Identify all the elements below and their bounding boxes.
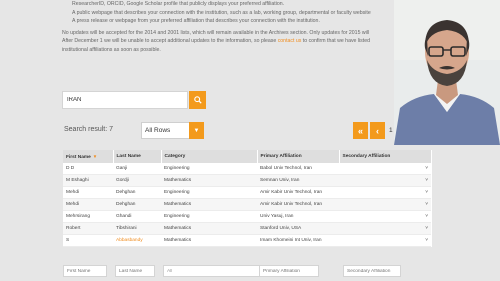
cell-first-name: Robert: [63, 222, 113, 235]
table-row[interactable]: Mehdi Dehghan Engineering Amir Kabir Uni…: [63, 186, 431, 199]
cell-primary-affiliation: Amir Kabir Univ Technol, Iran: [257, 186, 339, 199]
table-row[interactable]: Mehdi Dehghan Mathematics Amir Kabir Uni…: [63, 198, 431, 211]
first-page-button[interactable]: «: [353, 122, 368, 139]
cell-category: Mathematics: [161, 198, 257, 211]
cell-secondary-affiliation: ˅: [339, 198, 431, 211]
presenter-video: [394, 0, 500, 145]
cell-category: Mathematics: [161, 234, 257, 247]
sort-desc-icon: ▼: [92, 153, 98, 159]
chevron-down-icon: ▼: [193, 127, 200, 134]
cell-category: Mathematics: [161, 222, 257, 235]
table-row[interactable]: M Eshaghi Gordji Mathematics Semnan Univ…: [63, 174, 431, 187]
contact-us-link[interactable]: contact us: [278, 38, 302, 44]
note-text: to confirm that we have listed: [301, 38, 370, 44]
cell-last-name: Ganji: [113, 163, 161, 175]
cell-first-name: Mehdi: [63, 198, 113, 211]
first-name-filter[interactable]: [63, 265, 107, 277]
search-result-count: Search result: 7: [64, 126, 114, 133]
table-header-row: First Name ▼ Last Name Category Primary A…: [63, 150, 432, 163]
note-paragraph: After December 1 we will be unable to ac…: [62, 37, 402, 46]
cell-primary-affiliation: Babol Univ Technol, Iran: [257, 163, 339, 175]
column-header-primary-affiliation[interactable]: Primary Affiliation: [257, 150, 340, 163]
cell-primary-affiliation: Semnan Univ, Iran: [257, 174, 339, 187]
column-filters: ▼: [63, 265, 431, 279]
cell-category: Mathematics: [161, 174, 257, 187]
cell-last-name: Abbasbandy: [113, 234, 161, 247]
cell-last-name: Dehghan: [113, 186, 161, 199]
search-icon: [193, 96, 202, 104]
chevron-left-icon: ‹: [376, 125, 379, 136]
cell-last-name: Tibshirani: [113, 222, 161, 235]
cell-primary-affiliation: Amir Kabir Univ Technol, Iran: [257, 198, 339, 211]
presenter-photo: [394, 0, 500, 145]
table-row[interactable]: Robert Tibshirani Mathematics Stanford U…: [63, 222, 431, 235]
note-bullet: A public webpage that describes your con…: [72, 9, 402, 18]
cell-last-name: Dehghan: [113, 198, 161, 211]
search-button[interactable]: [189, 91, 206, 109]
cell-secondary-affiliation: ˅: [339, 210, 431, 223]
cell-primary-affiliation: Stanford Univ, USA: [257, 222, 339, 235]
cell-secondary-affiliation: ˅: [339, 174, 431, 187]
note-text: After December 1 we will be unable to ac…: [62, 38, 278, 44]
previous-page-button[interactable]: ‹: [370, 122, 385, 139]
cell-secondary-affiliation: ˅: [339, 163, 431, 175]
instructions-text: ResearcherID, ORCID, Google Scholar prof…: [62, 0, 402, 54]
cell-secondary-affiliation: ˅: [339, 186, 431, 199]
search-input[interactable]: [62, 91, 188, 109]
cell-first-name: D D: [63, 163, 113, 175]
cell-last-name: Gordji: [113, 174, 161, 187]
primary-affiliation-filter[interactable]: [259, 265, 319, 277]
cell-first-name: Mehrsirang: [63, 210, 113, 223]
header-label: First Name: [66, 154, 91, 160]
cell-last-name: Ghandi: [113, 210, 161, 223]
table-row[interactable]: D D Ganji Engineering Babol Univ Technol…: [63, 163, 431, 175]
cell-category: Engineering: [161, 210, 257, 223]
search-bar: [62, 91, 206, 109]
cell-secondary-affiliation: ˅: [339, 222, 431, 235]
rows-select[interactable]: All Rows: [141, 122, 191, 139]
table-row[interactable]: S Abbasbandy Mathematics Imam Khomeini I…: [63, 234, 431, 247]
current-page-number: 1: [389, 127, 393, 134]
cell-first-name: M Eshaghi: [63, 174, 113, 187]
cell-primary-affiliation: Imam Khomeini Int Univ, Iran: [257, 234, 339, 247]
cell-first-name: S: [63, 234, 113, 247]
rows-select-toggle[interactable]: ▼: [189, 122, 204, 139]
cell-category: Engineering: [161, 163, 257, 175]
column-header-secondary-affiliation[interactable]: Secondary Affiliation: [339, 150, 432, 163]
note-paragraph: No updates will be accepted for the 2014…: [62, 29, 370, 36]
last-name-filter[interactable]: [115, 265, 155, 277]
column-header-category[interactable]: Category: [161, 150, 258, 163]
note-bullet: A press release or webpage from your pre…: [72, 17, 402, 26]
cell-category: Engineering: [161, 186, 257, 199]
column-header-last-name[interactable]: Last Name: [113, 150, 162, 163]
cell-first-name: Mehdi: [63, 186, 113, 199]
note-bullet: ResearcherID, ORCID, Google Scholar prof…: [72, 0, 402, 9]
cell-primary-affiliation: Univ Yasuj, Iran: [257, 210, 339, 223]
double-chevron-left-icon: «: [357, 125, 363, 136]
secondary-affiliation-filter[interactable]: [343, 265, 401, 277]
column-header-first-name[interactable]: First Name ▼: [63, 150, 114, 163]
note-paragraph: institutional affiliations as soon as po…: [62, 46, 161, 53]
table-row[interactable]: Mehrsirang Ghandi Engineering Univ Yasuj…: [63, 210, 431, 223]
affiliations-table: First Name ▼ Last Name Category Primary A…: [63, 150, 432, 247]
cell-secondary-affiliation: ˅: [339, 234, 431, 247]
